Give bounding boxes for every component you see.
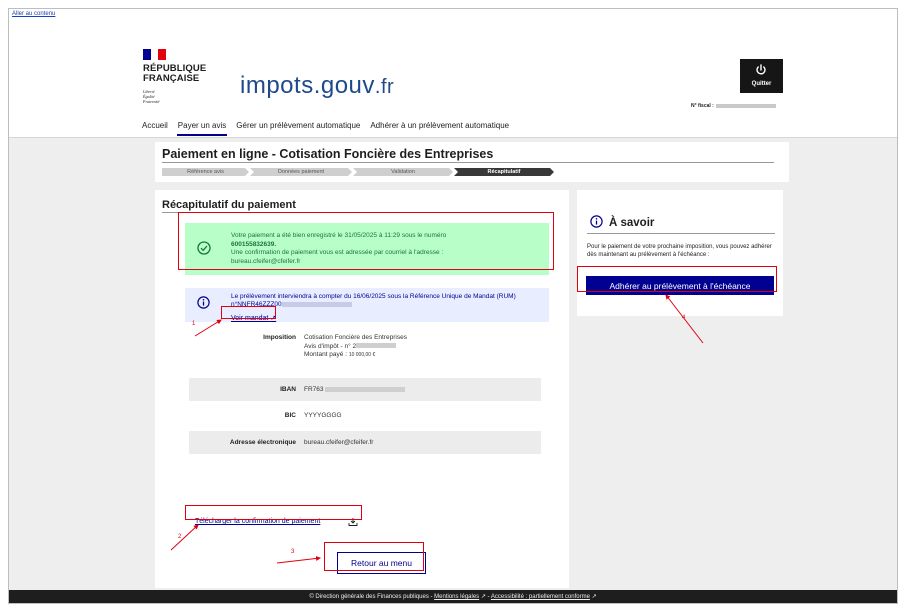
annotation-arrow-2: [170, 524, 199, 551]
annotation-arrow-1: [194, 319, 222, 337]
annotation-arrows: [170, 294, 704, 564]
annotation-arrow-4: [665, 294, 704, 344]
browser-page: Aller au contenu RÉPUBLIQUE FRANÇAISE Li…: [8, 8, 898, 604]
annotation-arrow-3: [276, 555, 321, 564]
